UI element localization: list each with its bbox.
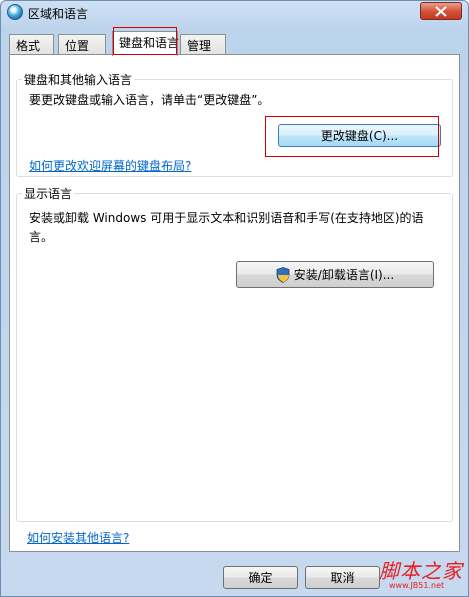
cancel-button[interactable]: 取消: [305, 566, 380, 589]
tab-label: 位置: [65, 39, 90, 53]
tab-strip: 格式 位置 键盘和语言 管理: [9, 31, 459, 56]
install-uninstall-label: 安装/卸载语言(I)...: [293, 268, 395, 282]
region-language-dialog: 区域和语言 格式 位置 键盘和语言 管理 键盘和其他输入语言 要更改键盘或输入语…: [0, 0, 469, 597]
tab-formats[interactable]: 格式: [9, 34, 54, 55]
tab-keyboards-languages[interactable]: 键盘和语言: [112, 31, 180, 56]
close-icon: [435, 5, 447, 17]
title-bar[interactable]: 区域和语言: [1, 1, 468, 25]
cancel-label: 取消: [330, 571, 355, 585]
change-keyboards-label: 更改键盘(C)...: [320, 129, 399, 143]
display-description: 安装或卸载 Windows 可用于显示文本和识别语音和手写(在支持地区)的语言。: [29, 211, 424, 244]
install-uninstall-languages-button[interactable]: 安装/卸载语言(I)...: [236, 261, 434, 288]
shield-icon: [276, 266, 290, 283]
ok-label: 确定: [248, 571, 273, 585]
tab-label: 管理: [187, 39, 212, 53]
tab-panel: 键盘和其他输入语言 要更改键盘或输入语言，请单击“更改键盘”。 更改键盘(C).…: [9, 54, 460, 552]
display-group-title: 显示语言: [22, 185, 75, 202]
keyboard-group-title: 键盘和其他输入语言: [22, 71, 135, 88]
watermark-logo: 脚本之家: [379, 559, 463, 583]
tab-location[interactable]: 位置: [58, 34, 106, 55]
ok-button[interactable]: 确定: [223, 566, 298, 589]
keyboard-description: 要更改键盘或输入语言，请单击“更改键盘”。: [29, 93, 270, 107]
close-button[interactable]: [420, 2, 462, 20]
welcome-screen-keyboard-link[interactable]: 如何更改欢迎屏幕的键盘布局?: [29, 157, 191, 174]
change-keyboards-button[interactable]: 更改键盘(C)...: [278, 124, 441, 147]
tab-label: 键盘和语言: [119, 36, 180, 50]
tab-administrative[interactable]: 管理: [180, 34, 226, 55]
display-language-groupbox: 显示语言 安装或卸载 Windows 可用于显示文本和识别语音和手写(在支持地区…: [16, 185, 453, 522]
window-title: 区域和语言: [28, 7, 89, 21]
tab-label: 格式: [16, 39, 41, 53]
globe-icon: [7, 4, 23, 20]
install-other-languages-link[interactable]: 如何安装其他语言?: [27, 529, 129, 546]
watermark-url: www.JB51.net: [389, 581, 445, 590]
